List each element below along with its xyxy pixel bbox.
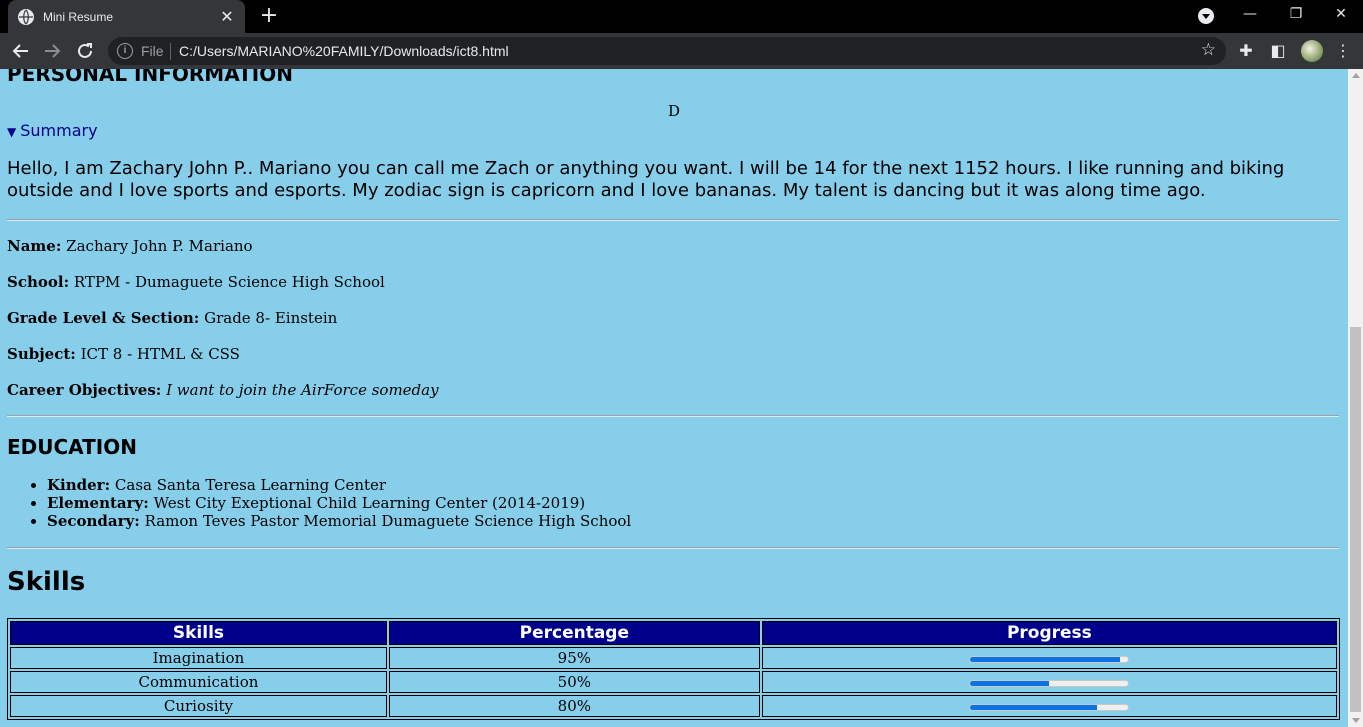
skill-progress-cell: [761, 695, 1337, 717]
progress-fill: [970, 656, 1121, 662]
info-value: Zachary John P. Mariano: [66, 237, 253, 255]
address-separator: [170, 43, 171, 60]
skill-progress-cell: [761, 671, 1337, 693]
skill-name: Communication: [10, 671, 387, 693]
globe-icon: [18, 8, 34, 25]
skills-heading: Skills: [7, 567, 86, 597]
page-viewport: PERSONAL INFORMATION D ▼ Summary Hello, I…: [0, 69, 1348, 727]
info-label: Grade Level & Section:: [7, 309, 200, 327]
disclosure-triangle-icon: ▼: [7, 125, 17, 139]
scroll-down-icon[interactable]: [1352, 718, 1360, 723]
address-bar[interactable]: i File C:/Users/MARIANO%20FAMILY/Downloa…: [108, 37, 1226, 65]
divider: [7, 219, 1339, 221]
forward-arrow-icon: [45, 44, 61, 58]
list-item: Secondary: Ramon Teves Pastor Memorial D…: [47, 512, 631, 530]
list-item: Kinder: Casa Santa Teresa Learning Cente…: [47, 476, 631, 494]
edu-value: West City Exeptional Child Learning Cent…: [153, 494, 586, 512]
progress-fill: [970, 680, 1050, 686]
edu-label: Secondary:: [47, 512, 140, 530]
extensions-icon[interactable]: ✚: [1236, 41, 1256, 61]
info-label: Name:: [7, 237, 62, 255]
edu-value: Ramon Teves Pastor Memorial Dumaguete Sc…: [144, 512, 632, 530]
education-list: Kinder: Casa Santa Teresa Learning Cente…: [47, 476, 631, 530]
address-scheme: File: [141, 43, 164, 59]
browser-toolbar: i File C:/Users/MARIANO%20FAMILY/Downloa…: [0, 33, 1363, 69]
info-value: Grade 8- Einstein: [204, 309, 338, 327]
info-name: Name: Zachary John P. Mariano: [7, 237, 253, 255]
tab-search-icon[interactable]: [1198, 8, 1214, 24]
column-header-progress: Progress: [761, 621, 1337, 645]
summary-text: Hello, I am Zachary John P.. Mariano you…: [7, 158, 1285, 201]
skill-percent: 80%: [388, 695, 760, 717]
menu-kebab-icon[interactable]: ⋮: [1333, 41, 1353, 61]
info-label: Subject:: [7, 345, 76, 363]
table-row: Communication 50%: [10, 671, 1337, 693]
back-button[interactable]: [7, 37, 35, 65]
minimize-button[interactable]: —: [1227, 0, 1273, 30]
center-character: D: [667, 102, 681, 120]
skill-progress-cell: [761, 647, 1337, 669]
info-grade: Grade Level & Section: Grade 8- Einstein: [7, 309, 337, 327]
table-header-row: Skills Percentage Progress: [10, 621, 1337, 645]
info-career: Career Objectives: I want to join the Ai…: [7, 381, 439, 399]
divider: [7, 415, 1339, 417]
restore-button[interactable]: ❐: [1273, 0, 1319, 30]
skill-name: Imagination: [10, 647, 387, 669]
info-label: Career Objectives:: [7, 381, 162, 399]
new-tab-button[interactable]: +: [258, 5, 280, 28]
tab-title: Mini Resume: [43, 9, 114, 24]
reload-icon: [78, 43, 92, 58]
divider: [7, 547, 1339, 549]
vertical-scrollbar[interactable]: [1348, 69, 1363, 727]
skills-table: Skills Percentage Progress Imagination 9…: [7, 618, 1340, 720]
edu-value: Casa Santa Teresa Learning Center: [114, 476, 387, 494]
back-arrow-icon: [12, 44, 28, 58]
bookmark-star-icon[interactable]: ☆: [1201, 40, 1216, 60]
progress-bar: [969, 703, 1130, 711]
info-value: ICT 8 - HTML & CSS: [80, 345, 240, 363]
info-label: School:: [7, 273, 70, 291]
summary-label: Summary: [20, 121, 98, 140]
tab-strip: Mini Resume ✕ + — ❐ ✕: [0, 0, 1363, 33]
scroll-up-icon[interactable]: [1352, 73, 1360, 78]
column-header-skills: Skills: [10, 621, 387, 645]
info-value: I want to join the AirForce someday: [166, 381, 439, 399]
edu-label: Elementary:: [47, 494, 149, 512]
scrollbar-thumb[interactable]: [1350, 327, 1361, 712]
progress-fill: [970, 704, 1097, 710]
table-row: Imagination 95%: [10, 647, 1337, 669]
reload-button[interactable]: [71, 37, 99, 65]
address-url[interactable]: C:/Users/MARIANO%20FAMILY/Downloads/ict8…: [179, 43, 509, 59]
personal-info-heading: PERSONAL INFORMATION: [7, 69, 293, 86]
summary-toggle[interactable]: ▼ Summary: [7, 121, 98, 140]
info-icon[interactable]: i: [117, 43, 133, 59]
tab-close-icon[interactable]: ✕: [219, 8, 235, 25]
profile-avatar[interactable]: [1301, 40, 1323, 62]
close-window-button[interactable]: ✕: [1318, 0, 1363, 30]
education-heading: EDUCATION: [7, 435, 137, 459]
table-row: Curiosity 80%: [10, 695, 1337, 717]
info-subject: Subject: ICT 8 - HTML & CSS: [7, 345, 240, 363]
progress-bar: [969, 655, 1130, 663]
tab-mini-resume[interactable]: Mini Resume ✕: [8, 0, 245, 33]
info-value: RTPM - Dumaguete Science High School: [73, 273, 385, 291]
skill-percent: 95%: [388, 647, 760, 669]
list-item: Elementary: West City Exeptional Child L…: [47, 494, 631, 512]
skill-percent: 50%: [388, 671, 760, 693]
info-school: School: RTPM - Dumaguete Science High Sc…: [7, 273, 385, 291]
skill-name: Curiosity: [10, 695, 387, 717]
edu-label: Kinder:: [47, 476, 111, 494]
column-header-percentage: Percentage: [388, 621, 760, 645]
side-panel-icon[interactable]: ◧: [1268, 41, 1288, 61]
forward-button[interactable]: [38, 37, 66, 65]
progress-bar: [969, 679, 1130, 687]
